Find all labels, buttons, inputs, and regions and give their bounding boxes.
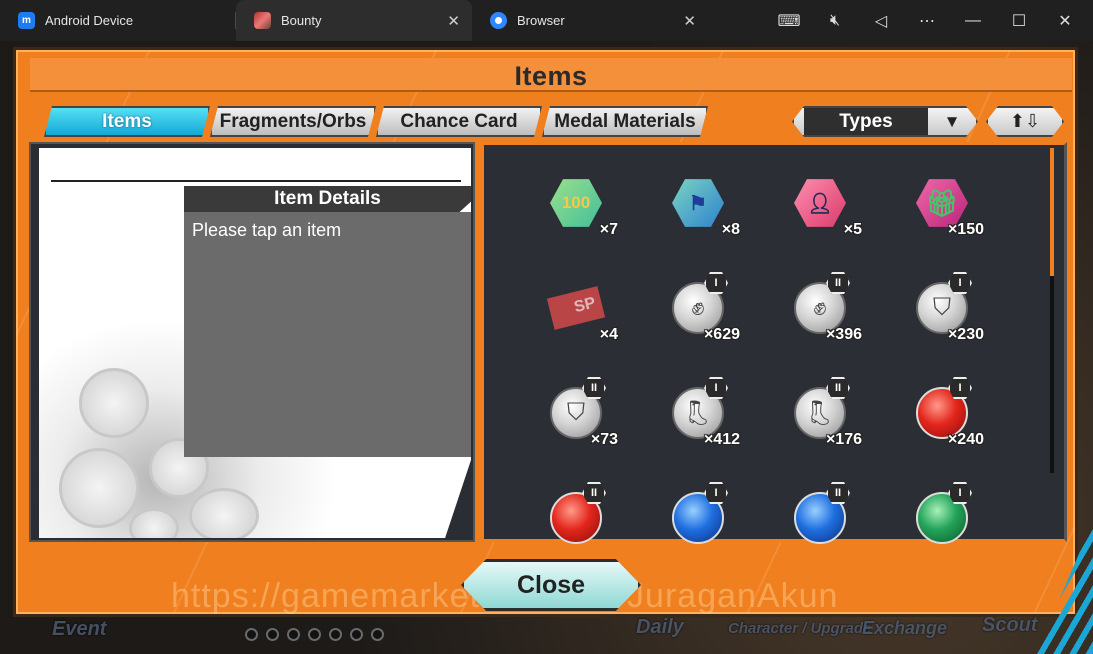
page-dot — [287, 628, 300, 641]
tab-chance-card[interactable]: Chance Card — [376, 106, 542, 137]
browser-tab-bar: m Android Device Bounty ✕ Browser ✕ ⌨ 🔇︎… — [0, 0, 1093, 41]
tab-title: Browser — [517, 13, 565, 28]
mute-icon[interactable]: 🔇︎ — [812, 0, 858, 41]
item-ticket-friend[interactable]: 👤︎ ×5 — [776, 165, 866, 245]
types-filter-label: Types — [804, 108, 928, 135]
nav-character-upgrade: Character / Upgrade — [728, 620, 872, 637]
item-grid-scroll-thumb[interactable] — [1050, 148, 1054, 276]
keyboard-icon[interactable]: ⌨ — [766, 0, 812, 41]
item-shield-medal-2[interactable]: ⛉ II ×73 — [532, 375, 622, 455]
page-dot — [350, 628, 363, 641]
types-filter-dropdown[interactable]: Types ▼ — [792, 106, 978, 137]
dropdown-arrow-icon: ▼ — [943, 111, 961, 131]
page-indicator — [245, 628, 384, 641]
close-window-icon[interactable]: ✕ — [1042, 0, 1088, 41]
item-details-text: Please tap an item — [192, 220, 342, 240]
item-fist-medal-1[interactable]: ✊︎ I ×629 — [654, 270, 744, 350]
item-green-orb-1[interactable]: I — [898, 480, 988, 560]
item-quantity: ×7 — [599, 221, 618, 238]
browser-icon — [490, 12, 507, 29]
nav-daily: Daily — [636, 616, 684, 638]
item-boot-medal-1[interactable]: 👢︎ I ×412 — [654, 375, 744, 455]
item-grid-panel: 100 ×7 ⚑ ×8 👤︎ ×5 🎁︎ ×150 SP ×4 ✊︎ I ×62… — [481, 142, 1067, 544]
close-tab-icon[interactable]: ✕ — [447, 12, 460, 30]
divider — [51, 180, 461, 182]
modal-title-bar: Items — [30, 58, 1072, 92]
tab-bounty[interactable]: Bounty ✕ — [236, 0, 472, 41]
item-red-orb-1[interactable]: I ×240 — [898, 375, 988, 455]
ticket-100-icon: 100 — [550, 179, 602, 227]
item-details-panel: Item Details Please tap an item — [29, 142, 475, 542]
page-dot — [308, 628, 321, 641]
item-details-body: Please tap an item — [184, 212, 471, 457]
tab-medal-materials[interactable]: Medal Materials — [542, 106, 708, 137]
item-quantity: ×73 — [590, 431, 618, 448]
minimize-icon[interactable]: — — [950, 0, 996, 41]
game-viewport: Event Daily Character / Upgrade Exchange… — [0, 41, 1093, 654]
more-icon[interactable]: ⋯ — [904, 0, 950, 41]
close-tab-icon[interactable]: ✕ — [683, 12, 696, 30]
sort-order-button[interactable]: ⬆⇩ — [986, 106, 1064, 137]
item-quantity: ×150 — [947, 221, 984, 238]
item-sp-ticket[interactable]: SP ×4 — [532, 270, 622, 350]
tab-title: Android Device — [45, 13, 134, 28]
modal-title: Items — [514, 61, 588, 91]
sort-up-down-icon: ⬆⇩ — [1009, 111, 1041, 131]
tab-android-device[interactable]: m Android Device — [0, 0, 236, 41]
item-details-heading: Item Details — [184, 186, 471, 212]
maximize-icon[interactable]: ☐ — [996, 0, 1042, 41]
item-blue-orb-1[interactable]: I — [654, 480, 744, 560]
sp-ticket-icon: SP — [546, 286, 606, 330]
item-fist-medal-2[interactable]: ✊︎ II ×396 — [776, 270, 866, 350]
tab-browser[interactable]: Browser ✕ — [472, 0, 708, 41]
item-quantity: ×240 — [947, 431, 984, 448]
close-button[interactable]: Close — [461, 559, 641, 611]
item-quantity: ×412 — [703, 431, 740, 448]
android-device-icon: m — [18, 12, 35, 29]
item-quantity: ×4 — [599, 326, 618, 343]
ticket-blue-flag-icon: ⚑ — [672, 179, 724, 227]
item-red-orb-2[interactable]: II — [532, 480, 622, 560]
page-dot — [329, 628, 342, 641]
item-gift-box[interactable]: 🎁︎ ×150 — [898, 165, 988, 245]
items-modal: Items Items Fragments/Orbs Chance Card M… — [13, 47, 1078, 617]
tab-items[interactable]: Items — [44, 106, 210, 137]
tab-fragments-orbs[interactable]: Fragments/Orbs — [210, 106, 376, 137]
item-blue-orb-2[interactable]: II — [776, 480, 866, 560]
item-quantity: ×176 — [825, 431, 862, 448]
item-ticket-blue-flag[interactable]: ⚑ ×8 — [654, 165, 744, 245]
item-quantity: ×230 — [947, 326, 984, 343]
item-quantity: ×5 — [843, 221, 862, 238]
nav-scout: Scout — [982, 614, 1038, 636]
details-card: Item Details Please tap an item — [39, 148, 471, 538]
item-quantity: ×396 — [825, 326, 862, 343]
back-icon[interactable]: ◁ — [858, 0, 904, 41]
page-dot — [266, 628, 279, 641]
tab-title: Bounty — [281, 13, 322, 28]
item-shield-medal-1[interactable]: ⛉ I ×230 — [898, 270, 988, 350]
item-ticket-100[interactable]: 100 ×7 — [532, 165, 622, 245]
item-boot-medal-2[interactable]: 👢︎ II ×176 — [776, 375, 866, 455]
item-quantity: ×8 — [721, 221, 740, 238]
ticket-friend-icon: 👤︎ — [794, 179, 846, 227]
page-dot — [245, 628, 258, 641]
nav-event: Event — [52, 618, 107, 640]
page-dot — [371, 628, 384, 641]
item-quantity: ×629 — [703, 326, 740, 343]
bounty-game-icon — [254, 12, 271, 29]
nav-exchange: Exchange — [862, 618, 948, 638]
